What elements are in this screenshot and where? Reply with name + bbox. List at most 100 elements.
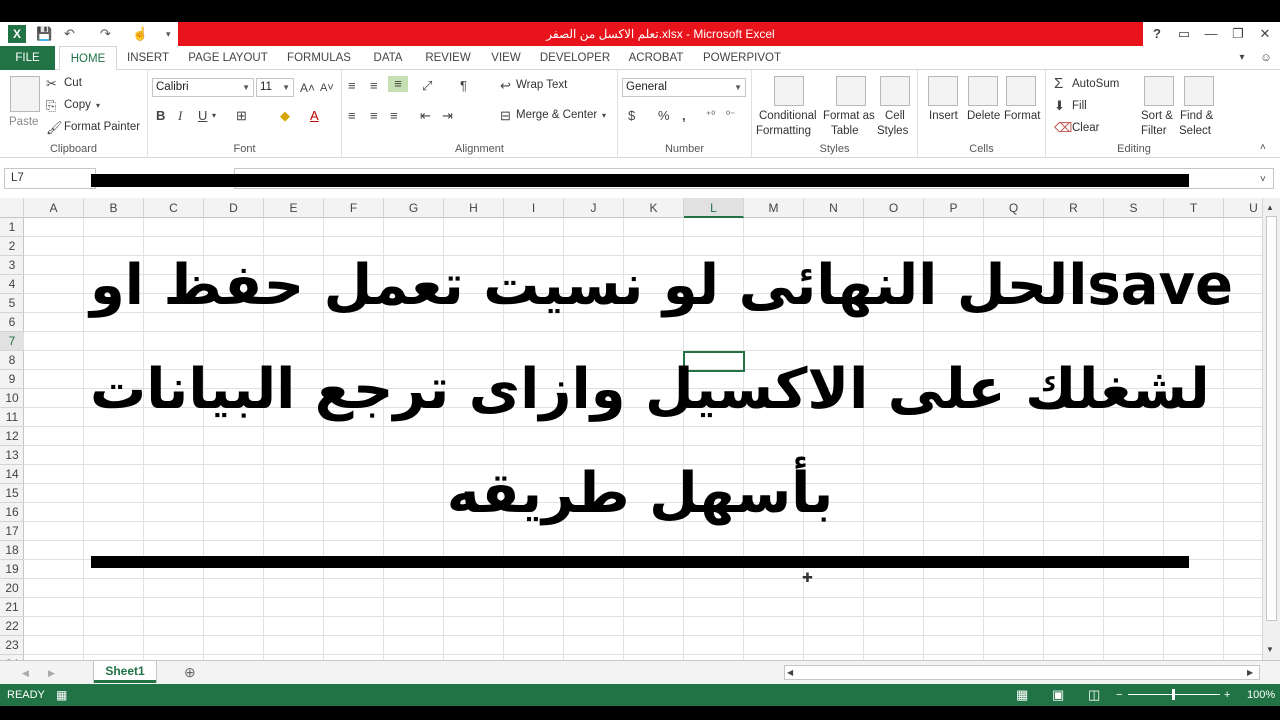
wrap-text-button[interactable]: Wrap Text [516,79,567,91]
next-sheet-icon[interactable]: ▶ [48,665,55,681]
column-header-f[interactable]: F [324,198,384,218]
column-header-q[interactable]: Q [984,198,1044,218]
bold-button[interactable]: B [156,108,165,124]
tab-view[interactable]: VIEW [487,46,525,70]
row-header-16[interactable]: 16 [0,503,24,522]
sort-filter-label-2[interactable]: Filter [1141,125,1167,137]
row-header-17[interactable]: 17 [0,522,24,541]
top-align-icon[interactable]: ≡ [348,78,356,94]
column-header-t[interactable]: T [1164,198,1224,218]
grow-font-icon[interactable]: A˄ [300,80,315,96]
horizontal-scrollbar[interactable]: ◀ ▶ [784,665,1260,680]
smiley-icon[interactable]: ☺ [1256,46,1276,70]
merge-center-button[interactable]: Merge & Center [516,109,597,121]
orientation-icon[interactable]: ⤢ [422,78,432,94]
font-name-combo[interactable]: Calibri ▼ [152,78,254,97]
paste-icon[interactable] [10,76,40,112]
increase-indent-icon[interactable]: ⇥ [442,108,453,124]
save-icon[interactable]: 💾 [36,25,52,43]
format-as-table-label-2[interactable]: Table [831,125,859,137]
column-header-o[interactable]: O [864,198,924,218]
tab-insert[interactable]: INSERT [124,46,172,70]
copy-button[interactable]: Copy [64,99,91,111]
tab-developer[interactable]: DEVELOPER [538,46,612,70]
minimize-button[interactable]: — [1200,24,1222,44]
tab-file[interactable]: FILE [0,46,55,70]
account-icon[interactable]: ▾ [1232,46,1252,70]
close-button[interactable]: ✕ [1254,24,1276,44]
shrink-font-icon[interactable]: A˅ [320,80,334,96]
percent-button[interactable]: % [658,108,670,124]
column-header-h[interactable]: H [444,198,504,218]
prev-sheet-icon[interactable]: ◀ [22,665,29,681]
cell-styles-label-1[interactable]: Cell [885,110,905,122]
fill-button[interactable]: Fill [1072,100,1087,112]
autosum-button[interactable]: AutoSum [1072,78,1119,90]
normal-view-icon[interactable]: ▦ [1016,684,1028,706]
row-header-8[interactable]: 8 [0,351,24,370]
tab-review[interactable]: REVIEW [421,46,475,70]
row-header-4[interactable]: 4 [0,275,24,294]
italic-button[interactable]: I [178,108,182,124]
tab-home[interactable]: HOME [59,46,117,71]
row-header-12[interactable]: 12 [0,427,24,446]
clear-button[interactable]: Clear [1072,122,1099,134]
format-as-table-label-1[interactable]: Format as [823,110,875,122]
merge-dropdown-icon[interactable]: ▾ [602,108,606,124]
column-header-a[interactable]: A [24,198,84,218]
row-header-23[interactable]: 23 [0,636,24,655]
column-header-m[interactable]: M [744,198,804,218]
row-header-2[interactable]: 2 [0,237,24,256]
column-header-k[interactable]: K [624,198,684,218]
scroll-left-icon[interactable]: ◀ [787,665,793,681]
comma-button[interactable]: , [682,108,686,124]
tab-acrobat[interactable]: ACROBAT [624,46,688,70]
underline-button[interactable]: U [198,108,207,124]
column-header-r[interactable]: R [1044,198,1104,218]
number-format-combo[interactable]: General ▼ [622,78,746,97]
excel-icon[interactable]: X [8,25,26,43]
help-button[interactable]: ? [1146,24,1168,44]
ribbon-display-button[interactable]: ▭ [1173,24,1195,44]
expand-formula-icon[interactable]: ˅ [1260,172,1266,188]
font-size-combo[interactable]: 11 ▼ [256,78,294,97]
paste-button[interactable]: Paste [9,116,38,128]
align-center-icon[interactable]: ≡ [370,108,378,124]
column-header-b[interactable]: B [84,198,144,218]
zoom-slider-thumb[interactable] [1172,689,1175,700]
column-header-u[interactable]: U [1224,198,1262,218]
tab-formulas[interactable]: FORMULAS [283,46,355,70]
undo-icon[interactable]: ↶ [64,25,75,43]
column-header-d[interactable]: D [204,198,264,218]
row-header-18[interactable]: 18 [0,541,24,560]
rtl-icon[interactable]: ¶ [460,78,467,94]
column-header-c[interactable]: C [144,198,204,218]
column-header-l[interactable]: L [684,198,744,218]
row-header-15[interactable]: 15 [0,484,24,503]
zoom-out-icon[interactable]: − [1116,684,1122,706]
vertical-scrollbar[interactable]: ▲ ▼ [1262,198,1280,660]
page-layout-view-icon[interactable]: ▣ [1052,684,1064,706]
tab-powerpivot[interactable]: POWERPIVOT [700,46,784,70]
borders-icon[interactable]: ⊞ [236,108,247,124]
touch-mode-icon[interactable]: ☝ [132,25,148,43]
row-header-5[interactable]: 5 [0,294,24,313]
row-header-10[interactable]: 10 [0,389,24,408]
row-header-14[interactable]: 14 [0,465,24,484]
row-header-9[interactable]: 9 [0,370,24,389]
scroll-down-icon[interactable]: ▼ [1266,642,1274,658]
column-header-g[interactable]: G [384,198,444,218]
underline-dropdown-icon[interactable]: ▾ [212,108,216,124]
collapse-ribbon-icon[interactable]: ˄ [1260,140,1266,156]
conditional-formatting-label-1[interactable]: Conditional [759,110,817,122]
row-header-7[interactable]: 7 [0,332,24,351]
customize-qat-icon[interactable]: ▾ [166,25,171,43]
middle-align-icon[interactable]: ≡ [370,78,378,94]
row-header-13[interactable]: 13 [0,446,24,465]
conditional-formatting-label-2[interactable]: Formatting [756,125,811,137]
redo-icon[interactable]: ↷ [100,25,111,43]
cell-styles-label-2[interactable]: Styles [877,125,908,137]
scroll-up-icon[interactable]: ▲ [1266,200,1274,216]
font-color-icon[interactable]: A [310,108,319,124]
row-header-22[interactable]: 22 [0,617,24,636]
